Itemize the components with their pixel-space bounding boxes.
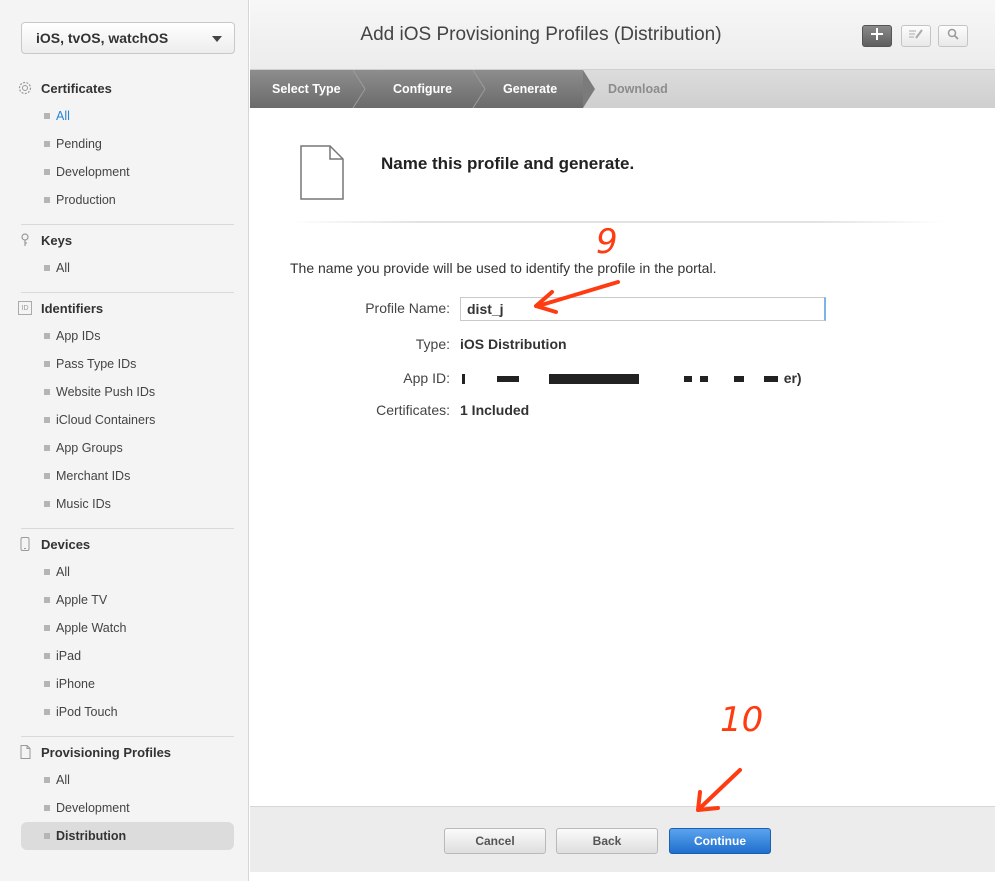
sidebar-section-title: Provisioning Profiles <box>41 744 172 760</box>
sidebar-item-website-push-ids[interactable]: Website Push IDs <box>18 378 234 406</box>
step-select-type: Select Type <box>272 82 341 96</box>
type-value: iOS Distribution <box>460 336 567 352</box>
plus-icon <box>871 27 883 45</box>
phone-icon <box>18 537 32 551</box>
app-id-label: App ID: <box>403 370 450 386</box>
continue-button[interactable]: Continue <box>669 828 771 854</box>
sidebar-section-title: Certificates <box>41 80 112 96</box>
sidebar-section-header[interactable]: Certificates <box>18 74 234 102</box>
certificates-label: Certificates: <box>376 402 450 418</box>
sidebar-item-ipad[interactable]: iPad <box>18 642 234 670</box>
sidebar-item-certificates-production[interactable]: Production <box>18 186 234 214</box>
chevron-down-icon <box>212 36 222 42</box>
sidebar-section-provisioning-profiles: Provisioning Profiles All Development Di… <box>18 738 234 850</box>
redacted-text <box>734 376 745 383</box>
redacted-text <box>462 374 465 385</box>
sidebar-item-profiles-all[interactable]: All <box>18 766 234 794</box>
back-button[interactable]: Back <box>556 828 658 854</box>
edit-button[interactable] <box>901 25 931 47</box>
search-button[interactable] <box>938 25 968 47</box>
step-generate: Generate <box>503 82 558 96</box>
sidebar-section-keys: Keys All <box>18 226 234 282</box>
sidebar-item-app-ids[interactable]: App IDs <box>18 322 234 350</box>
sidebar-item-apple-tv[interactable]: Apple TV <box>18 586 234 614</box>
redacted-text <box>548 374 639 385</box>
sidebar-item-keys-all[interactable]: All <box>18 254 234 282</box>
sidebar-section-title: Keys <box>41 232 73 248</box>
sidebar-section-certificates: Certificates All Pending Development Pro… <box>18 74 234 214</box>
document-icon <box>300 145 344 205</box>
sidebar-item-iphone[interactable]: iPhone <box>18 670 234 698</box>
sidebar-item-icloud-containers[interactable]: iCloud Containers <box>18 406 234 434</box>
description-text: The name you provide will be used to ide… <box>290 260 717 276</box>
sidebar-item-devices-all[interactable]: All <box>18 558 234 586</box>
sidebar-divider <box>21 736 234 737</box>
wizard-steps: Select Type Configure Generate Download <box>250 70 995 108</box>
redacted-text <box>700 376 709 383</box>
sidebar-section-title: Identifiers <box>41 300 104 316</box>
page-title: Add iOS Provisioning Profiles (Distribut… <box>360 24 722 45</box>
cancel-button[interactable]: Cancel <box>444 828 546 854</box>
annotation-step-9: 9 <box>596 222 618 262</box>
sidebar-section-identifiers: ID Identifiers App IDs Pass Type IDs Web… <box>18 294 234 518</box>
page-header: Add iOS Provisioning Profiles (Distribut… <box>250 0 995 70</box>
annotation-arrow-icon <box>696 768 742 812</box>
sidebar: iOS, tvOS, watchOS Certificates All Pend… <box>0 0 249 881</box>
sidebar-item-certificates-development[interactable]: Development <box>18 158 234 186</box>
sidebar-item-merchant-ids[interactable]: Merchant IDs <box>18 462 234 490</box>
redacted-text <box>684 376 693 383</box>
sidebar-divider <box>21 528 234 529</box>
annotation-arrow-icon <box>534 280 620 314</box>
sidebar-item-music-ids[interactable]: Music IDs <box>18 490 234 518</box>
platform-select-label: iOS, tvOS, watchOS <box>36 30 169 46</box>
sidebar-section-title: Devices <box>41 536 91 552</box>
sidebar-item-apple-watch[interactable]: Apple Watch <box>18 614 234 642</box>
sidebar-section-header[interactable]: Keys <box>18 226 234 254</box>
add-button[interactable] <box>862 25 892 47</box>
sidebar-item-app-groups[interactable]: App Groups <box>18 434 234 462</box>
sidebar-section-header[interactable]: ID Identifiers <box>18 294 234 322</box>
document-icon <box>18 745 32 759</box>
sidebar-item-certificates-pending[interactable]: Pending <box>18 130 234 158</box>
redacted-text <box>763 376 778 383</box>
step-separator <box>352 70 366 108</box>
sidebar-section-devices: Devices All Apple TV Apple Watch iPad iP… <box>18 530 234 726</box>
type-label: Type: <box>415 336 450 352</box>
sidebar-item-ipod-touch[interactable]: iPod Touch <box>18 698 234 726</box>
footer-bar: Cancel Back Continue <box>250 806 995 872</box>
profile-name-input[interactable] <box>460 297 826 321</box>
platform-select[interactable]: iOS, tvOS, watchOS <box>21 22 235 54</box>
key-icon <box>18 233 32 247</box>
sidebar-section-header[interactable]: Provisioning Profiles <box>18 738 234 766</box>
sidebar-item-profiles-distribution[interactable]: Distribution <box>21 822 234 850</box>
annotation-step-10: 10 <box>720 700 764 740</box>
app-id-value-end: er) <box>783 370 802 386</box>
redacted-text <box>496 376 519 383</box>
profile-name-label: Profile Name: <box>365 300 450 316</box>
app-id-value: er) <box>460 370 802 386</box>
sidebar-divider <box>21 224 234 225</box>
sidebar-divider <box>21 292 234 293</box>
search-icon <box>947 27 959 45</box>
sidebar-item-profiles-development[interactable]: Development <box>18 794 234 822</box>
step-configure: Configure <box>393 82 453 96</box>
step-download: Download <box>608 82 668 96</box>
pencil-icon <box>908 27 924 45</box>
sidebar-section-header[interactable]: Devices <box>18 530 234 558</box>
section-heading: Name this profile and generate. <box>381 154 635 173</box>
id-icon: ID <box>18 301 32 315</box>
sidebar-item-certificates-all[interactable]: All <box>18 102 234 130</box>
gear-icon <box>18 81 32 95</box>
sidebar-item-pass-type-ids[interactable]: Pass Type IDs <box>18 350 234 378</box>
certificates-value: 1 Included <box>460 402 530 418</box>
